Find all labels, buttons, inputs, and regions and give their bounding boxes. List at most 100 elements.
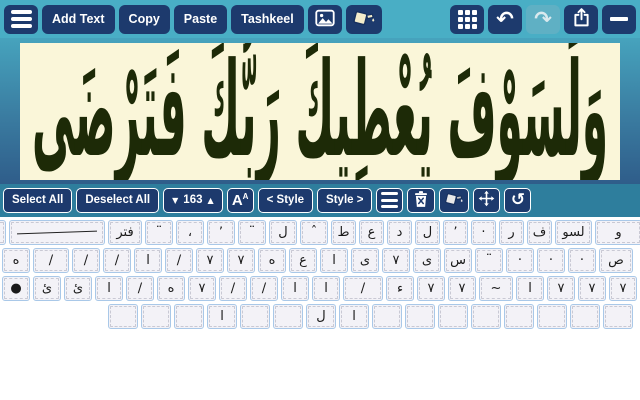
font-size-stepper[interactable]: ▼ 163 ▲ <box>163 188 223 213</box>
glyph-key[interactable]: ا <box>312 276 340 301</box>
glyph-key[interactable]: ع <box>359 220 384 245</box>
glyph-key[interactable] <box>273 304 303 329</box>
glyph-key[interactable]: ٧ <box>382 248 410 273</box>
glyph-key[interactable]: ∕ <box>250 276 278 301</box>
glyph-key[interactable] <box>0 220 6 245</box>
glyph-key[interactable] <box>372 304 402 329</box>
glyph-key[interactable]: · <box>471 220 496 245</box>
glyph-key[interactable] <box>537 304 567 329</box>
glyph-key[interactable]: ئ <box>64 276 92 301</box>
glyph-key[interactable]: ∕ <box>219 276 247 301</box>
glyph-key[interactable]: ف <box>527 220 552 245</box>
glyph-key[interactable] <box>603 304 633 329</box>
glyph-key[interactable]: ه <box>2 248 30 273</box>
glyph-key[interactable]: ٧ <box>196 248 224 273</box>
glyph-fill-button[interactable] <box>439 188 469 213</box>
glyph-key[interactable]: ٧ <box>547 276 575 301</box>
next-style-button[interactable]: Style > <box>317 188 372 213</box>
glyph-key[interactable]: ا <box>134 248 162 273</box>
glyph-key[interactable]: ¨ <box>145 220 173 245</box>
glyph-key[interactable]: ء <box>386 276 414 301</box>
glyph-key[interactable]: ˆ <box>300 220 328 245</box>
add-text-button[interactable]: Add Text <box>42 5 115 34</box>
glyph-key[interactable]: ∕ <box>343 276 383 301</box>
glyph-key[interactable] <box>9 220 105 245</box>
glyph-key[interactable]: · <box>568 248 596 273</box>
glyph-key[interactable] <box>174 304 204 329</box>
glyph-key[interactable]: · <box>537 248 565 273</box>
background-fill-button[interactable] <box>346 5 382 34</box>
redo-button[interactable]: ↷ <box>526 5 560 34</box>
glyph-key[interactable]: ط <box>331 220 356 245</box>
glyph-key[interactable] <box>504 304 534 329</box>
size-decrease-icon[interactable]: ▼ <box>172 196 178 205</box>
glyph-key[interactable] <box>108 304 138 329</box>
glyph-key[interactable]: ص <box>599 248 633 273</box>
glyph-key[interactable]: ا <box>281 276 309 301</box>
glyph-key[interactable]: ع <box>289 248 317 273</box>
glyph-key[interactable]: ٬ <box>207 220 235 245</box>
select-all-button[interactable]: Select All <box>3 188 72 213</box>
calligraphy-canvas[interactable]: وَلَسَوْفَ يُعْطِيكَ رَبُّكَ فَتَرْضَى <box>20 43 620 180</box>
glyph-key[interactable]: ا <box>207 304 237 329</box>
glyph-key[interactable]: ∕ <box>103 248 131 273</box>
delete-button[interactable] <box>407 188 435 213</box>
glyph-key[interactable]: ل <box>269 220 297 245</box>
glyph-key[interactable]: · <box>506 248 534 273</box>
minimize-button[interactable] <box>602 5 636 34</box>
glyph-key[interactable]: ا <box>339 304 369 329</box>
glyph-key[interactable]: ، <box>176 220 204 245</box>
glyph-key[interactable]: ∕ <box>165 248 193 273</box>
glyph-key[interactable]: ل <box>306 304 336 329</box>
glyph-key[interactable]: ٧ <box>578 276 606 301</box>
glyph-key[interactable]: ٧ <box>417 276 445 301</box>
glyph-key[interactable] <box>141 304 171 329</box>
insert-image-button[interactable] <box>308 5 342 34</box>
glyph-key[interactable]: ل <box>415 220 440 245</box>
glyph-key[interactable]: ~ <box>479 276 513 301</box>
glyph-key[interactable]: ٧ <box>448 276 476 301</box>
font-size-button[interactable]: AA <box>227 188 254 213</box>
glyph-key[interactable]: س <box>444 248 472 273</box>
glyph-key[interactable]: د <box>387 220 412 245</box>
glyph-key[interactable]: ا <box>95 276 123 301</box>
prev-style-button[interactable]: < Style <box>258 188 313 213</box>
glyph-key[interactable]: ¨ <box>238 220 266 245</box>
glyph-key[interactable]: ∕ <box>126 276 154 301</box>
paste-button[interactable]: Paste <box>174 5 227 34</box>
glyph-key[interactable]: لسو <box>555 220 592 245</box>
glyph-key[interactable]: ا <box>516 276 544 301</box>
glyph-key[interactable]: ى <box>351 248 379 273</box>
deselect-all-button[interactable]: Deselect All <box>76 188 159 213</box>
glyph-key[interactable]: ٬ <box>443 220 468 245</box>
move-button[interactable] <box>473 188 500 213</box>
glyph-key[interactable]: ∕ <box>72 248 100 273</box>
glyph-key[interactable]: ه <box>157 276 185 301</box>
glyph-key[interactable] <box>405 304 435 329</box>
glyph-key[interactable] <box>471 304 501 329</box>
glyph-key[interactable]: ر <box>499 220 524 245</box>
glyph-key[interactable] <box>240 304 270 329</box>
tashkeel-button[interactable]: Tashkeel <box>231 5 304 34</box>
glyph-key[interactable]: و <box>595 220 640 245</box>
share-button[interactable] <box>564 5 598 34</box>
glyph-key[interactable]: ¨ <box>475 248 503 273</box>
size-increase-icon[interactable]: ▲ <box>207 196 213 205</box>
glyph-key[interactable]: ه <box>258 248 286 273</box>
glyph-key[interactable]: ٧ <box>227 248 255 273</box>
glyph-key[interactable]: ى <box>413 248 441 273</box>
calligraphy-text[interactable]: وَلَسَوْفَ يُعْطِيكَ رَبُّكَ فَتَرْضَى <box>32 43 608 180</box>
main-menu-button[interactable] <box>4 5 38 34</box>
glyph-key[interactable]: ئ <box>33 276 61 301</box>
glyph-key[interactable] <box>570 304 600 329</box>
copy-button[interactable]: Copy <box>119 5 170 34</box>
glyph-key[interactable]: ٧ <box>188 276 216 301</box>
glyph-key[interactable]: ∕ <box>33 248 69 273</box>
glyph-key[interactable]: فتر <box>108 220 142 245</box>
glyph-key[interactable] <box>438 304 468 329</box>
undo-button[interactable]: ↶ <box>488 5 522 34</box>
rotate-button[interactable]: ↺ <box>504 188 531 213</box>
glyph-key[interactable]: ٧ <box>609 276 637 301</box>
glyph-menu-button[interactable] <box>376 188 403 213</box>
glyph-key[interactable]: ● <box>2 276 30 301</box>
